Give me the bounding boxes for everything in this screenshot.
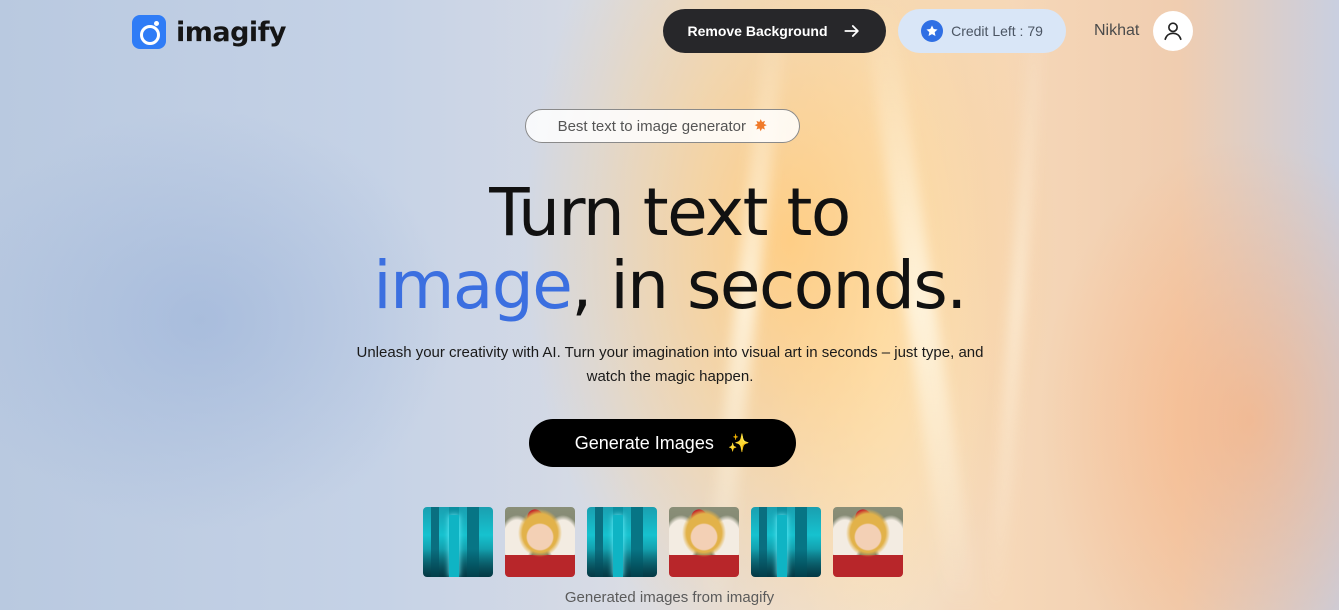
tagline-label: Best text to image generator xyxy=(557,117,747,135)
logo-icon xyxy=(132,15,166,49)
headline-accent: image xyxy=(373,247,573,324)
sample-image-doll[interactable] xyxy=(833,507,903,577)
credits-label: Credit Left : 79 xyxy=(951,23,1043,39)
tagline-badge: Best text to image generator ✸ xyxy=(525,109,800,143)
user-name: Nikhat xyxy=(1094,22,1140,39)
generate-images-label: Generate Images xyxy=(574,432,714,453)
headline-rest: , in seconds. xyxy=(571,247,967,324)
sample-image-city[interactable] xyxy=(423,507,493,577)
arrow-right-icon xyxy=(843,25,859,37)
avatar[interactable] xyxy=(1153,11,1193,51)
sample-image-city[interactable] xyxy=(751,507,821,577)
credits-button[interactable]: Credit Left : 79 xyxy=(898,9,1066,53)
headline-line-2: image, in seconds. xyxy=(0,249,1339,323)
star-icon xyxy=(921,20,944,42)
sample-image-doll[interactable] xyxy=(669,507,739,577)
logo[interactable]: imagify xyxy=(132,15,287,49)
headline-line-1: Turn text to xyxy=(489,174,851,251)
hero-description: Unleash your creativity with AI. Turn yo… xyxy=(356,344,984,385)
gallery-caption: Generated images from imagify xyxy=(564,589,775,606)
sample-image-city[interactable] xyxy=(587,507,657,577)
user-icon xyxy=(1164,22,1182,41)
logo-text: imagify xyxy=(176,16,287,48)
badge-icon: ✸ xyxy=(754,118,768,135)
generate-images-button[interactable]: Generate Images ✨ xyxy=(529,419,796,467)
sample-gallery xyxy=(423,507,903,577)
sample-image-doll[interactable] xyxy=(505,507,575,577)
remove-background-button[interactable]: Remove Background xyxy=(663,9,886,53)
remove-background-label: Remove Background xyxy=(687,23,828,39)
sparkle-icon: ✨ xyxy=(727,432,751,453)
